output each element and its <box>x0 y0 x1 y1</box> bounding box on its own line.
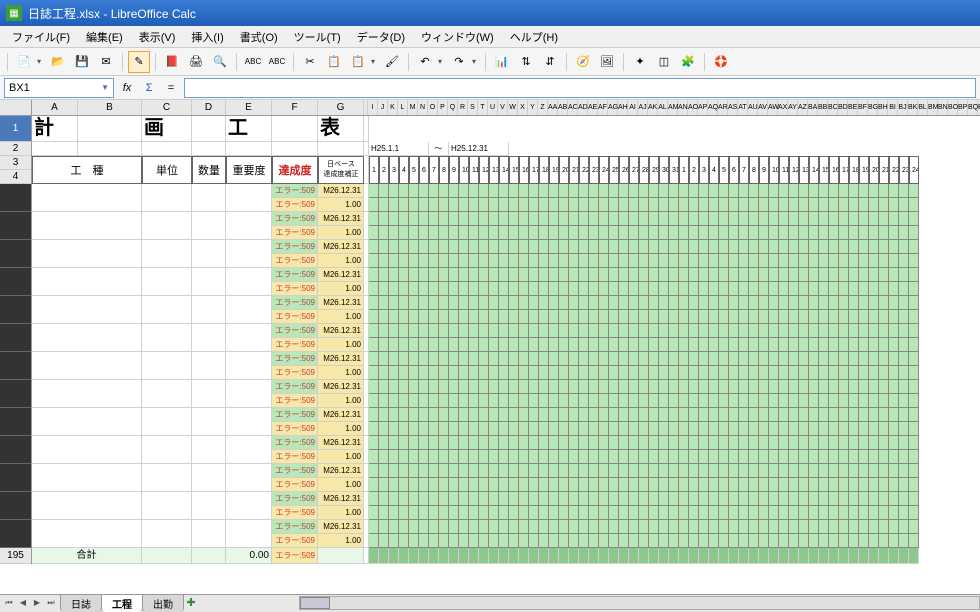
print-icon[interactable]: 🖨 <box>185 51 207 73</box>
sum-icon[interactable]: Σ <box>140 79 158 97</box>
tab-koutei[interactable]: 工程 <box>101 594 143 612</box>
select-all-corner[interactable] <box>0 100 32 116</box>
redo-icon[interactable]: ↷ <box>448 51 470 73</box>
menubar: ファイル(F) 編集(E) 表示(V) 挿入(I) 書式(O) ツール(T) デ… <box>0 26 980 48</box>
help-icon[interactable]: 🛟 <box>710 51 732 73</box>
window-icon[interactable]: ◫ <box>653 51 675 73</box>
app-icon: ▦ <box>6 5 22 21</box>
titlebar: ▦ 日誌工程.xlsx - LibreOffice Calc <box>0 0 980 26</box>
tab-next-icon[interactable]: ▶ <box>30 596 44 610</box>
menu-insert[interactable]: 挿入(I) <box>183 27 231 47</box>
menu-format[interactable]: 書式(O) <box>232 27 286 47</box>
gallery-icon[interactable]: 🖼 <box>596 51 618 73</box>
formula-bar: BX1 ▼ fx Σ = <box>0 76 980 100</box>
equals-icon[interactable]: = <box>162 79 180 97</box>
column-headers[interactable]: ABCDEFGIJKLMNOPQRSTUVWXYZAAABACADAEAFAGA… <box>32 100 980 116</box>
sort-desc-icon[interactable]: ⇵ <box>539 51 561 73</box>
email-icon[interactable]: ✉ <box>95 51 117 73</box>
formula-input[interactable] <box>184 78 976 98</box>
cut-icon[interactable]: ✂ <box>299 51 321 73</box>
tab-last-icon[interactable]: ⏭ <box>44 596 58 610</box>
titlebar-text: 日誌工程.xlsx - LibreOffice Calc <box>28 5 196 22</box>
chevron-down-icon[interactable]: ▼ <box>101 83 109 92</box>
tab-nisshi[interactable]: 日誌 <box>60 594 102 612</box>
tab-shukkin[interactable]: 出勤 <box>142 594 184 612</box>
edit-icon[interactable]: ✎ <box>128 51 150 73</box>
sheet-tab-bar: ⏮ ◀ ▶ ⏭ 日誌 工程 出勤 ✚ <box>0 594 980 610</box>
spellcheck-icon[interactable]: ABC <box>242 51 264 73</box>
menu-help[interactable]: ヘルプ(H) <box>502 27 566 47</box>
name-box[interactable]: BX1 ▼ <box>4 78 114 98</box>
scrollbar-thumb[interactable] <box>300 597 330 609</box>
copy-icon[interactable]: 📋 <box>323 51 345 73</box>
cell-grid[interactable]: 計画工表H25.1.1～H25.12.31工 種単位数量重要度達成度日ベース達成… <box>32 116 980 594</box>
menu-window[interactable]: ウィンドウ(W) <box>413 27 502 47</box>
sort-asc-icon[interactable]: ⇅ <box>515 51 537 73</box>
extension-icon[interactable]: 🧩 <box>677 51 699 73</box>
chart-icon[interactable]: 📊 <box>491 51 513 73</box>
new-icon[interactable]: 📄 <box>13 51 35 73</box>
menu-data[interactable]: データ(D) <box>349 27 413 47</box>
autospell-icon[interactable]: ABC <box>266 51 288 73</box>
undo-icon[interactable]: ↶ <box>414 51 436 73</box>
format-paint-icon[interactable]: 🖌 <box>381 51 403 73</box>
paste-icon[interactable]: 📋 <box>347 51 369 73</box>
menu-file[interactable]: ファイル(F) <box>4 27 78 47</box>
star-icon[interactable]: ✦ <box>629 51 651 73</box>
tab-first-icon[interactable]: ⏮ <box>2 596 16 610</box>
spreadsheet: ABCDEFGIJKLMNOPQRSTUVWXYZAAABACADAEAFAGA… <box>0 100 980 594</box>
menu-tools[interactable]: ツール(T) <box>286 27 349 47</box>
nav-icon[interactable]: 🧭 <box>572 51 594 73</box>
horizontal-scrollbar[interactable] <box>299 596 980 610</box>
toolbar: 📄▾ 📂 💾 ✉ ✎ 📕 🖨 🔍 ABC ABC ✂ 📋 📋▾ 🖌 ↶▾ ↷▾ … <box>0 48 980 76</box>
preview-icon[interactable]: 🔍 <box>209 51 231 73</box>
tab-prev-icon[interactable]: ◀ <box>16 596 30 610</box>
menu-edit[interactable]: 編集(E) <box>78 27 131 47</box>
row-headers[interactable]: 1234195 <box>0 116 32 564</box>
add-sheet-icon[interactable]: ✚ <box>183 596 199 609</box>
open-icon[interactable]: 📂 <box>47 51 69 73</box>
function-wizard-icon[interactable]: fx <box>118 79 136 97</box>
pdf-icon[interactable]: 📕 <box>161 51 183 73</box>
save-icon[interactable]: 💾 <box>71 51 93 73</box>
menu-view[interactable]: 表示(V) <box>131 27 184 47</box>
